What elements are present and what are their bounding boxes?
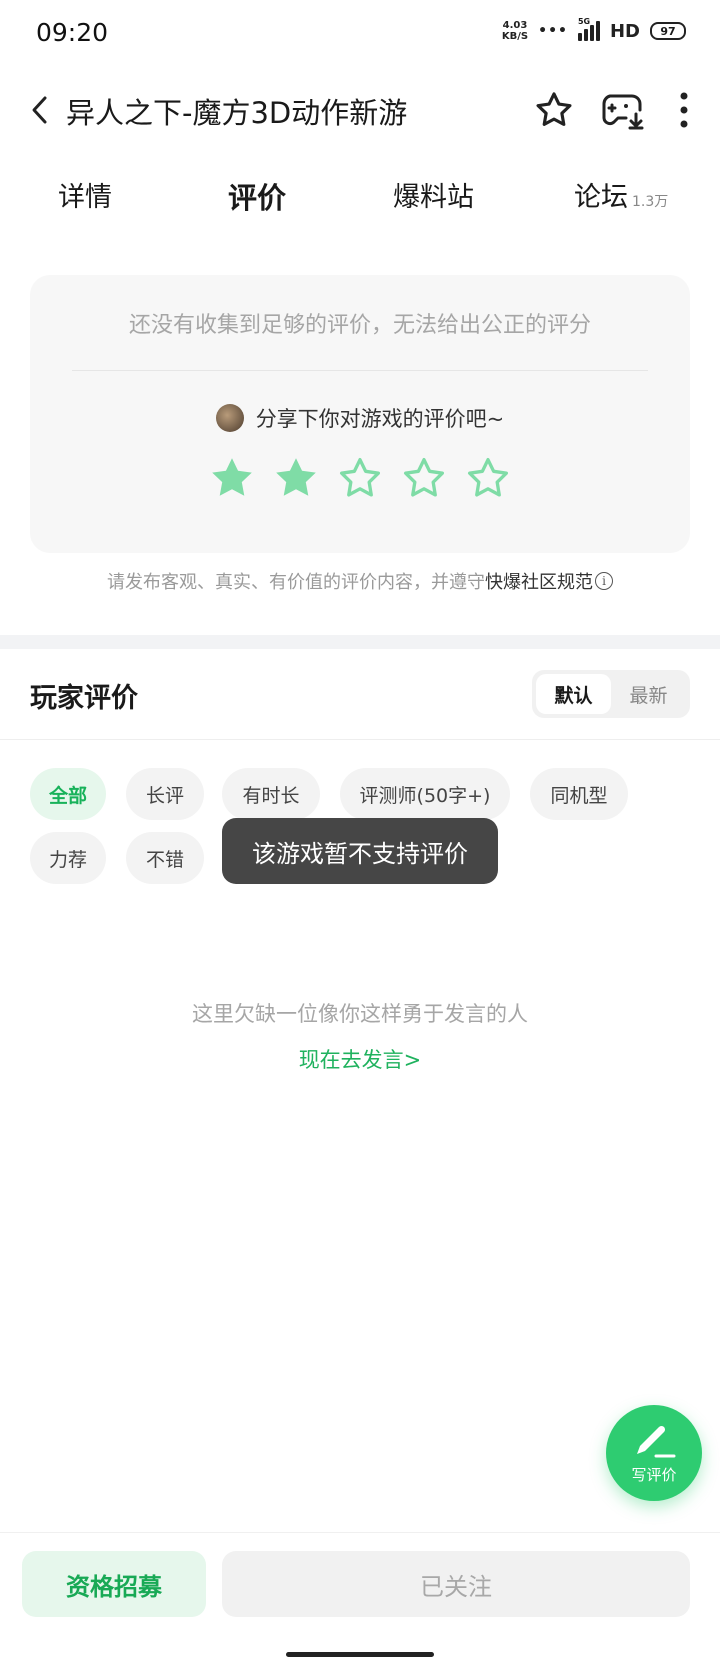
filter-chip-good[interactable]: 不错 bbox=[126, 832, 204, 884]
hd-label: HD bbox=[609, 20, 640, 42]
more-menu-icon[interactable] bbox=[660, 86, 708, 134]
share-prompt-row: 分享下你对游戏的评价吧~ bbox=[30, 403, 690, 433]
status-time: 09:20 bbox=[36, 18, 109, 47]
star-filled-icon[interactable] bbox=[271, 453, 321, 503]
star-empty-icon[interactable] bbox=[399, 453, 449, 503]
divider bbox=[72, 370, 648, 371]
divider bbox=[0, 739, 720, 740]
tab-bar: 详情 评价 爆料站 论坛 1.3万 bbox=[0, 175, 720, 235]
status-bar: 09:20 4.03 KB/S ••• 5G HD 97 bbox=[0, 0, 720, 70]
bottom-bar: 资格招募 已关注 bbox=[0, 1532, 720, 1652]
write-review-label: 写评价 bbox=[631, 1465, 677, 1484]
user-avatar bbox=[215, 404, 244, 432]
tab-reviews[interactable]: 评价 bbox=[223, 175, 286, 224]
page-title: 异人之下-魔方3D动作新游 bbox=[66, 96, 408, 130]
status-indicators: 4.03 KB/S ••• 5G HD 97 bbox=[501, 17, 686, 42]
community-rules-link[interactable]: 快爆社区规范 bbox=[485, 568, 593, 594]
network-speed: 4.03 KB/S bbox=[501, 20, 529, 42]
home-indicator[interactable] bbox=[286, 1652, 434, 1657]
back-icon[interactable] bbox=[18, 88, 62, 132]
share-prompt: 分享下你对游戏的评价吧~ bbox=[255, 407, 505, 431]
tab-news[interactable]: 爆料站 bbox=[393, 175, 474, 214]
player-reviews-title: 玩家评价 bbox=[30, 683, 138, 714]
toast-message: 该游戏暂不支持评价 bbox=[222, 818, 498, 884]
filter-chip-reviewer[interactable]: 评测师(50字+) bbox=[340, 768, 510, 820]
rating-card: 还没有收集到足够的评价，无法给出公正的评分 分享下你对游戏的评价吧~ bbox=[30, 275, 690, 553]
write-review-button[interactable]: 写评价 bbox=[606, 1405, 702, 1501]
star-filled-icon[interactable] bbox=[207, 453, 257, 503]
rating-notice: 还没有收集到足够的评价，无法给出公正的评分 bbox=[128, 313, 591, 338]
empty-state-message: 这里欠缺一位像你这样勇于发言的人 bbox=[192, 1002, 528, 1026]
sort-latest[interactable]: 最新 bbox=[611, 674, 686, 714]
tab-forum[interactable]: 论坛 1.3万 bbox=[574, 175, 668, 214]
post-now-link[interactable]: 现在去发言> bbox=[0, 1044, 720, 1074]
recruit-button[interactable]: 资格招募 bbox=[22, 1551, 206, 1617]
gamepad-download-icon[interactable] bbox=[600, 86, 648, 134]
battery-icon: 97 bbox=[650, 22, 686, 40]
pen-icon bbox=[637, 1425, 676, 1457]
info-icon[interactable]: i bbox=[595, 572, 613, 590]
filter-chip-recommend[interactable]: 力荐 bbox=[30, 832, 106, 884]
filter-chip-playtime[interactable]: 有时长 bbox=[222, 768, 320, 820]
filter-chip-same-device[interactable]: 同机型 bbox=[530, 768, 628, 820]
filter-chip-long[interactable]: 长评 bbox=[126, 768, 204, 820]
favorite-star-icon[interactable] bbox=[530, 86, 578, 134]
section-separator bbox=[0, 635, 720, 649]
sort-toggle: 默认 最新 bbox=[532, 670, 690, 718]
tab-details[interactable]: 详情 bbox=[58, 175, 112, 214]
app-header: 异人之下-魔方3D动作新游 bbox=[0, 80, 720, 140]
more-status-icon: ••• bbox=[538, 23, 568, 39]
followed-button[interactable]: 已关注 bbox=[222, 1551, 690, 1617]
guideline-notice: 请发布客观、真实、有价值的评价内容，并遵守 快爆社区规范 i bbox=[0, 568, 720, 594]
signal-icon: 5G bbox=[577, 17, 600, 41]
filter-chip-all[interactable]: 全部 bbox=[30, 768, 106, 820]
star-empty-icon[interactable] bbox=[463, 453, 513, 503]
forum-count: 1.3万 bbox=[632, 194, 669, 210]
star-rating bbox=[30, 453, 690, 503]
star-empty-icon[interactable] bbox=[335, 453, 385, 503]
sort-default[interactable]: 默认 bbox=[536, 674, 611, 714]
